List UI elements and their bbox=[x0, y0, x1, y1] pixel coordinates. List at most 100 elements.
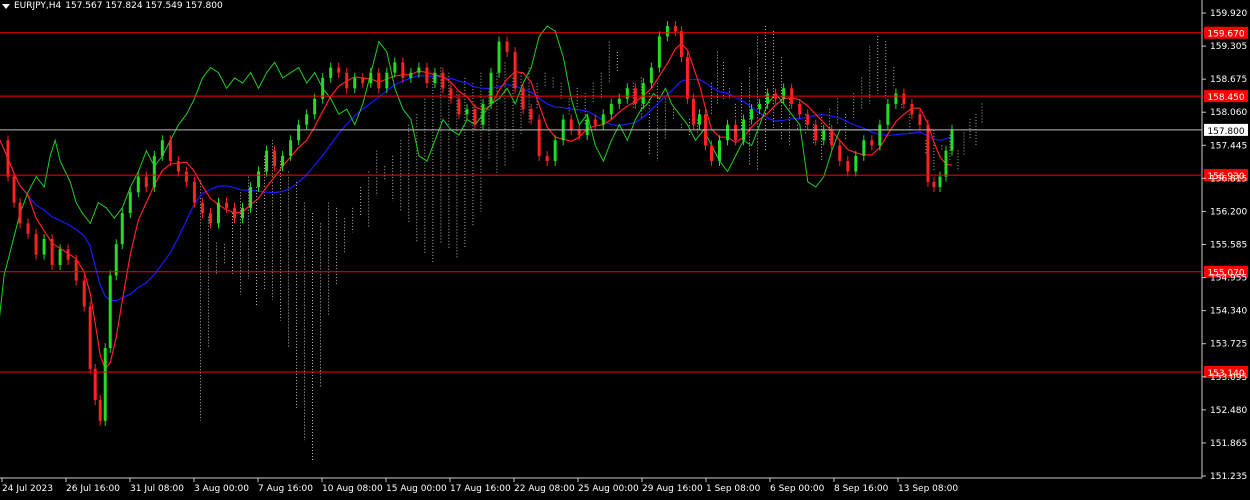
candle-body[interactable] bbox=[766, 93, 770, 104]
candle-body[interactable] bbox=[513, 51, 517, 89]
candle-body[interactable] bbox=[241, 207, 245, 219]
candle-body[interactable] bbox=[281, 155, 285, 167]
candle-body[interactable] bbox=[6, 140, 10, 177]
candle-body[interactable] bbox=[932, 181, 936, 188]
candle-body[interactable] bbox=[926, 124, 930, 182]
chart-window[interactable]: EURJPY,H4 157.567 157.824 157.549 157.80… bbox=[0, 0, 1250, 500]
candle-body[interactable] bbox=[537, 119, 541, 156]
candle-body[interactable] bbox=[184, 171, 188, 182]
candle-body[interactable] bbox=[545, 155, 549, 162]
candle-body[interactable] bbox=[726, 124, 730, 141]
candle-body[interactable] bbox=[58, 249, 62, 265]
candle-body[interactable] bbox=[521, 88, 525, 110]
candle-body[interactable] bbox=[26, 223, 30, 234]
candle-body[interactable] bbox=[160, 140, 164, 156]
candle-body[interactable] bbox=[249, 187, 253, 208]
candle-body[interactable] bbox=[709, 145, 713, 162]
candle-body[interactable] bbox=[798, 103, 802, 115]
candle-body[interactable] bbox=[481, 103, 485, 125]
candle-body[interactable] bbox=[593, 119, 597, 125]
candle-body[interactable] bbox=[465, 109, 469, 115]
candle-body[interactable] bbox=[200, 202, 204, 214]
candle-body[interactable] bbox=[806, 114, 810, 125]
candle-body[interactable] bbox=[345, 72, 349, 89]
candle-body[interactable] bbox=[870, 140, 874, 146]
candle-body[interactable] bbox=[152, 155, 156, 188]
candle-body[interactable] bbox=[609, 103, 613, 115]
candle-body[interactable] bbox=[441, 72, 445, 89]
candle-body[interactable] bbox=[734, 124, 738, 141]
candle-body[interactable] bbox=[657, 36, 661, 68]
candle-body[interactable] bbox=[66, 249, 70, 260]
candle-body[interactable] bbox=[136, 176, 140, 193]
candle-body[interactable] bbox=[685, 57, 689, 99]
candle-body[interactable] bbox=[192, 181, 196, 203]
candle-body[interactable] bbox=[854, 155, 858, 172]
candle-body[interactable] bbox=[224, 202, 228, 208]
candle-body[interactable] bbox=[34, 233, 38, 255]
candle-body[interactable] bbox=[425, 67, 429, 84]
candle-body[interactable] bbox=[369, 72, 373, 84]
candle-body[interactable] bbox=[361, 77, 365, 84]
candle-body[interactable] bbox=[691, 98, 695, 125]
candle-body[interactable] bbox=[814, 124, 818, 141]
candle-body[interactable] bbox=[297, 124, 301, 141]
candle-body[interactable] bbox=[569, 119, 573, 130]
candle-body[interactable] bbox=[74, 259, 78, 281]
candle-body[interactable] bbox=[176, 161, 180, 172]
candle-body[interactable] bbox=[553, 140, 557, 162]
candle-body[interactable] bbox=[216, 202, 220, 224]
candle-body[interactable] bbox=[601, 114, 605, 125]
candle-body[interactable] bbox=[838, 145, 842, 162]
candle-body[interactable] bbox=[457, 98, 461, 115]
candle-body[interactable] bbox=[401, 62, 405, 78]
candle-body[interactable] bbox=[529, 109, 533, 120]
candle-body[interactable] bbox=[625, 88, 629, 99]
candle-body[interactable] bbox=[103, 348, 107, 421]
candle-body[interactable] bbox=[321, 77, 325, 99]
candle-body[interactable] bbox=[433, 72, 437, 84]
candle-body[interactable] bbox=[114, 244, 118, 276]
candle-body[interactable] bbox=[168, 140, 172, 162]
candle-body[interactable] bbox=[782, 88, 786, 99]
candle-body[interactable] bbox=[265, 150, 269, 172]
candle-body[interactable] bbox=[12, 176, 16, 203]
candle-body[interactable] bbox=[393, 62, 397, 73]
candle-body[interactable] bbox=[665, 25, 669, 37]
candle-body[interactable] bbox=[449, 88, 453, 99]
candle-body[interactable] bbox=[208, 213, 212, 224]
candle-body[interactable] bbox=[718, 140, 722, 162]
candle-body[interactable] bbox=[144, 176, 148, 188]
candle-body[interactable] bbox=[329, 67, 333, 78]
candle-body[interactable] bbox=[910, 103, 914, 115]
candle-body[interactable] bbox=[862, 140, 866, 156]
candle-body[interactable] bbox=[489, 72, 493, 104]
candle-body[interactable] bbox=[750, 109, 754, 120]
candle-body[interactable] bbox=[950, 129, 954, 151]
candle-body[interactable] bbox=[50, 239, 54, 265]
candle-body[interactable] bbox=[649, 67, 653, 84]
candle-body[interactable] bbox=[641, 83, 645, 104]
candle-body[interactable] bbox=[18, 202, 22, 224]
candle-body[interactable] bbox=[273, 150, 277, 167]
candle-body[interactable] bbox=[313, 98, 317, 115]
candle-body[interactable] bbox=[902, 93, 906, 104]
candle-body[interactable] bbox=[497, 41, 501, 73]
candle-body[interactable] bbox=[337, 67, 341, 73]
candle-body[interactable] bbox=[938, 176, 942, 188]
candle-body[interactable] bbox=[822, 129, 826, 141]
candle-body[interactable] bbox=[257, 171, 261, 188]
candle-body[interactable] bbox=[878, 124, 882, 146]
candle-body[interactable] bbox=[758, 103, 762, 110]
candle-body[interactable] bbox=[289, 140, 293, 156]
candle-body[interactable] bbox=[353, 77, 357, 89]
candle-body[interactable] bbox=[232, 207, 236, 219]
candle-body[interactable] bbox=[305, 114, 309, 125]
candle-body[interactable] bbox=[918, 114, 922, 125]
candle-body[interactable] bbox=[830, 129, 834, 146]
candle-body[interactable] bbox=[473, 109, 477, 125]
candle-body[interactable] bbox=[82, 280, 86, 307]
candle-body[interactable] bbox=[673, 25, 677, 32]
candle-body[interactable] bbox=[679, 31, 683, 58]
candle-body[interactable] bbox=[128, 192, 132, 214]
